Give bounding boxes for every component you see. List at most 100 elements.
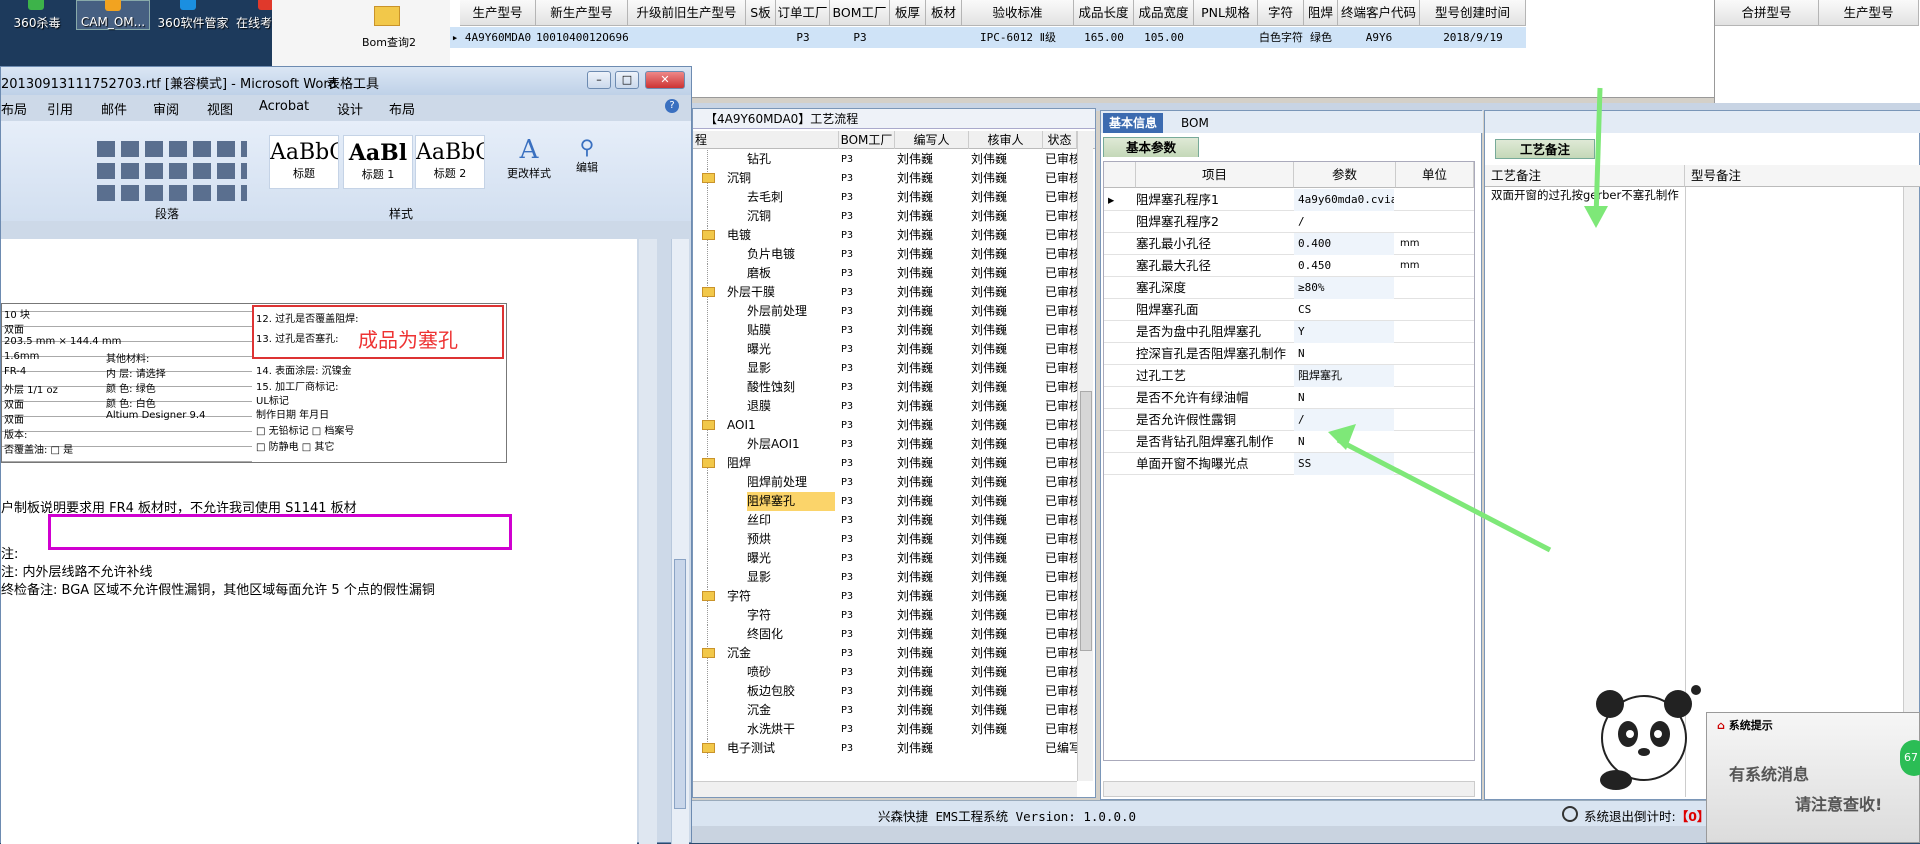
scroll-thumb[interactable] xyxy=(674,559,686,809)
desktop-icon-softmgr[interactable]: 360软件管家 xyxy=(152,0,234,30)
param-value[interactable]: Y xyxy=(1294,321,1394,343)
vertical-scrollbar[interactable] xyxy=(1903,187,1919,797)
flow-row[interactable]: 丝印 P3 刘伟巍 刘伟巍 已审核 xyxy=(693,511,1077,530)
scroll-thumb[interactable] xyxy=(1080,391,1092,651)
paragraph-tools[interactable] xyxy=(97,141,247,211)
column-header[interactable]: 生产型号 xyxy=(1819,0,1919,26)
grid-cell[interactable]: 4A9Y60MDA0 xyxy=(460,27,536,48)
column-header[interactable]: 成品宽度 xyxy=(1134,0,1194,26)
grid-cell[interactable]: P3 xyxy=(830,27,890,48)
flow-row[interactable]: 贴膜 P3 刘伟巍 刘伟巍 已审核 xyxy=(693,321,1077,340)
tab-process-remarks[interactable]: 工艺备注 xyxy=(1495,139,1595,159)
grid-cell[interactable] xyxy=(1194,27,1258,48)
flow-row[interactable]: 曝光 P3 刘伟巍 刘伟巍 已审核 xyxy=(693,549,1077,568)
notice-badge[interactable]: 67 xyxy=(1900,740,1920,776)
column-header[interactable]: 单位 xyxy=(1396,162,1474,188)
flow-row[interactable]: 退膜 P3 刘伟巍 刘伟巍 已审核 xyxy=(693,397,1077,416)
column-header[interactable]: 字符 xyxy=(1258,0,1304,26)
flow-row[interactable]: 磨板 P3 刘伟巍 刘伟巍 已审核 xyxy=(693,264,1077,283)
param-row[interactable]: 塞孔深度 ≥80% xyxy=(1104,277,1474,299)
param-value[interactable]: 0.400 xyxy=(1294,233,1394,255)
column-header[interactable]: 成品长度 xyxy=(1074,0,1134,26)
grid-cell[interactable] xyxy=(628,27,746,48)
column-header[interactable]: 板材 xyxy=(926,0,962,26)
grid-cell[interactable] xyxy=(890,27,926,48)
tab-mailings[interactable]: 邮件 xyxy=(101,99,127,118)
tab-basic-info[interactable]: 基本信息 xyxy=(1103,113,1164,133)
grid-cell[interactable] xyxy=(746,27,776,48)
flow-row[interactable]: 沉金 P3 刘伟巍 刘伟巍 已审核 xyxy=(693,644,1077,663)
param-value[interactable]: / xyxy=(1294,211,1394,233)
grid-cell[interactable]: 1001040012O696 xyxy=(536,27,628,48)
flow-row[interactable]: 阻焊 P3 刘伟巍 刘伟巍 已审核 xyxy=(693,454,1077,473)
column-header[interactable]: S板 xyxy=(746,0,776,26)
column-header[interactable]: 订单工厂 xyxy=(776,0,830,26)
param-row[interactable]: 塞孔最小孔径 0.400 mm xyxy=(1104,233,1474,255)
grid-cell[interactable]: 2018/9/19 xyxy=(1420,27,1526,48)
grid-cell[interactable]: 绿色 xyxy=(1304,27,1338,48)
style-heading2[interactable]: AaBbC 标题 2 xyxy=(415,135,485,189)
column-header[interactable]: 编写人 xyxy=(895,131,969,149)
param-value[interactable]: 4a9y60mda0.cvia xyxy=(1294,189,1394,211)
param-value[interactable]: N xyxy=(1294,387,1394,409)
shading-buttons[interactable] xyxy=(97,185,247,201)
param-row[interactable]: 单面开窗不掏曝光点 SS xyxy=(1104,453,1474,475)
flow-row[interactable]: 外层前处理 P3 刘伟巍 刘伟巍 已审核 xyxy=(693,302,1077,321)
desktop-icon-cam[interactable]: CAM_OM... xyxy=(76,0,150,30)
column-header[interactable]: 生产型号 xyxy=(460,0,536,26)
column-header[interactable]: 终端客户代码 xyxy=(1338,0,1420,26)
maximize-button[interactable]: □ xyxy=(615,71,639,89)
flow-row[interactable]: 显影 P3 刘伟巍 刘伟巍 已审核 xyxy=(693,568,1077,587)
edit-button[interactable]: ⚲ 编辑 xyxy=(567,135,607,175)
horizontal-scrollbar[interactable] xyxy=(1103,781,1475,797)
grid-cell[interactable]: A9Y6 xyxy=(1338,27,1420,48)
column-header[interactable]: 板厚 xyxy=(890,0,926,26)
grid-cell[interactable]: 白色字符 xyxy=(1258,27,1304,48)
param-value[interactable]: ≥80% xyxy=(1294,277,1394,299)
param-row[interactable]: 是否背钻孔阻焊塞孔制作 N xyxy=(1104,431,1474,453)
param-value[interactable]: / xyxy=(1294,409,1394,431)
param-row[interactable]: 塞孔最大孔径 0.450 mm xyxy=(1104,255,1474,277)
process-remark-text[interactable]: 双面开窗的过孔按gerber不塞孔制作 xyxy=(1491,189,1691,202)
close-button[interactable]: ✕ xyxy=(645,71,685,89)
tab-basic-params[interactable]: 基本参数 xyxy=(1103,137,1199,157)
desktop-icon-exam[interactable]: 在线考 xyxy=(230,0,278,30)
flow-row[interactable]: 负片电镀 P3 刘伟巍 刘伟巍 已审核 xyxy=(693,245,1077,264)
column-header[interactable]: 升级前旧生产型号 xyxy=(628,0,746,26)
flow-row[interactable]: 水洗烘干 P3 刘伟巍 刘伟巍 已审核 xyxy=(693,720,1077,739)
desktop-icon-360[interactable]: 360杀毒 xyxy=(0,0,74,30)
flow-row[interactable]: 外层AOI1 P3 刘伟巍 刘伟巍 已审核 xyxy=(693,435,1077,454)
flow-row[interactable]: 预烘 P3 刘伟巍 刘伟巍 已审核 xyxy=(693,530,1077,549)
flow-row[interactable]: 字符 P3 刘伟巍 刘伟巍 已审核 xyxy=(693,587,1077,606)
column-header[interactable]: PNL规格 xyxy=(1194,0,1258,26)
flow-row[interactable]: 沉金 P3 刘伟巍 刘伟巍 已审核 xyxy=(693,701,1077,720)
list-buttons[interactable] xyxy=(97,141,247,157)
param-row[interactable]: 是否不允许有绿油帽 N xyxy=(1104,387,1474,409)
vertical-scrollbar[interactable] xyxy=(1077,131,1093,781)
column-header[interactable]: 阻焊 xyxy=(1304,0,1338,26)
tab-view[interactable]: 视图 xyxy=(207,99,233,118)
param-value[interactable]: SS xyxy=(1294,453,1394,475)
tab-review[interactable]: 审阅 xyxy=(153,99,179,118)
flow-row[interactable]: 喷砂 P3 刘伟巍 刘伟巍 已审核 xyxy=(693,663,1077,682)
flow-row[interactable]: 终固化 P3 刘伟巍 刘伟巍 已审核 xyxy=(693,625,1077,644)
param-value[interactable]: N xyxy=(1294,431,1394,453)
param-row[interactable]: ▸ 阻焊塞孔程序1 4a9y60mda0.cvia xyxy=(1104,189,1474,211)
column-header[interactable]: BOM工厂 xyxy=(839,131,895,149)
column-header[interactable]: BOM工厂 xyxy=(830,0,890,26)
tab-table-layout[interactable]: 布局 xyxy=(389,99,415,118)
column-header[interactable]: 型号创建时间 xyxy=(1420,0,1526,26)
column-header[interactable]: 参数 xyxy=(1294,162,1396,188)
flow-row[interactable]: 曝光 P3 刘伟巍 刘伟巍 已审核 xyxy=(693,340,1077,359)
param-row[interactable]: 是否允许假性露铜 / xyxy=(1104,409,1474,431)
grid-cell[interactable]: IPC-6012 Ⅱ级 xyxy=(962,27,1074,48)
flow-row[interactable]: 阻焊塞孔 P3 刘伟巍 刘伟巍 已审核 xyxy=(693,492,1077,511)
param-row[interactable]: 阻焊塞孔面 CS xyxy=(1104,299,1474,321)
flow-row[interactable]: AOI1 P3 刘伟巍 刘伟巍 已审核 xyxy=(693,416,1077,435)
flow-row[interactable]: 去毛刺 P3 刘伟巍 刘伟巍 已审核 xyxy=(693,188,1077,207)
tab-bom[interactable]: BOM xyxy=(1175,113,1215,133)
column-header[interactable]: 新生产型号 xyxy=(536,0,628,26)
grid-cell[interactable]: P3 xyxy=(776,27,830,48)
tab-layout[interactable]: 布局 xyxy=(1,99,27,118)
style-normal[interactable]: AaBbC 标题 xyxy=(269,135,339,189)
